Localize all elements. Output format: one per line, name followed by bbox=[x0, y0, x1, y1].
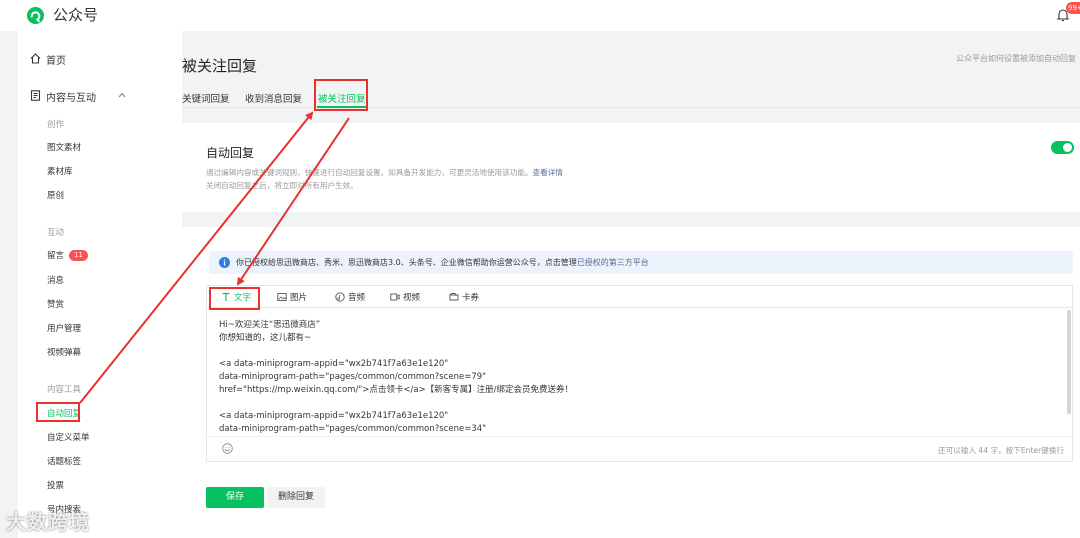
editor-line: 你想知道的，这儿都有~ bbox=[219, 333, 312, 343]
editor-scrollbar[interactable] bbox=[1067, 310, 1071, 414]
sidebar-item-rewards[interactable]: 赞赏 bbox=[47, 298, 64, 310]
sidebar-item-custom-menu[interactable]: 自定义菜单 bbox=[47, 431, 90, 443]
tab-keyword-reply[interactable]: 关键词回复 bbox=[182, 91, 230, 105]
annotation-box-text-tab bbox=[209, 287, 260, 310]
sidebar-item-library[interactable]: 素材库 bbox=[47, 165, 73, 177]
editor-line: data-miniprogram-path="pages/common/comm… bbox=[219, 372, 487, 382]
video-icon bbox=[390, 293, 400, 301]
editor-line: Hi~欢迎关注“思迅微商店” bbox=[219, 320, 321, 330]
wechat-official-account-logo-icon[interactable] bbox=[26, 6, 45, 25]
tab-audio[interactable]: 音频 bbox=[335, 291, 365, 303]
group-title-create: 创作 bbox=[47, 120, 65, 130]
notice-text: 你已授权给思迅微商店、秀米、思迅微商店3.0、头条号、企业微信帮助你运营公众号，… bbox=[236, 257, 649, 268]
tab-video[interactable]: 视频 bbox=[390, 291, 420, 303]
document-icon bbox=[30, 90, 41, 101]
sidebar-item-danmaku[interactable]: 视频弹幕 bbox=[47, 346, 81, 358]
sidebar-item-users[interactable]: 用户管理 bbox=[47, 322, 81, 334]
sidebar-item-articles[interactable]: 图文素材 bbox=[47, 141, 81, 153]
editor-line: <a data-miniprogram-appid="wx2b741f7a63e… bbox=[219, 359, 449, 369]
char-counter: 还可以输入 44 字，按下Enter键换行 bbox=[938, 446, 1064, 455]
sidebar-item-label: 首页 bbox=[46, 56, 66, 67]
brand-title: 公众号 bbox=[53, 6, 99, 24]
notification-badge: 99+ bbox=[1066, 2, 1080, 14]
tab-label: 视频 bbox=[403, 293, 421, 303]
info-icon bbox=[219, 257, 230, 268]
auto-reply-toggle[interactable] bbox=[1051, 141, 1074, 154]
watermark: 大数跨境 bbox=[6, 510, 90, 534]
sidebar-item-vote[interactable]: 投票 bbox=[47, 479, 64, 491]
third-party-link[interactable]: 已授权的第三方平台 bbox=[577, 258, 649, 267]
tab-message-reply[interactable]: 收到消息回复 bbox=[245, 91, 302, 105]
emoji-icon[interactable] bbox=[222, 443, 233, 454]
editor-line: data-miniprogram-path="pages/common/comm… bbox=[219, 424, 487, 434]
editor-line: href="https://mp.weixin.qq.com/">点击领卡</a… bbox=[219, 385, 574, 395]
sidebar-item-messages[interactable]: 消息 bbox=[47, 274, 64, 286]
auto-reply-desc-line1: 通过编辑内容或关键词规则，快速进行自动回复设置。如具备开发能力，可更灵活地使用该… bbox=[206, 168, 533, 177]
reply-text-area[interactable]: Hi~欢迎关注“思迅微商店” 你想知道的，这儿都有~ <a data-minip… bbox=[219, 319, 573, 436]
editor-line: <a data-miniprogram-appid="wx2b741f7a63e… bbox=[219, 411, 449, 421]
sidebar-item-comments[interactable]: 留言 11 bbox=[47, 249, 88, 261]
sidebar-item-label: 内容与互动 bbox=[46, 93, 96, 104]
auto-reply-card: 自动回复 通过编辑内容或关键词规则，快速进行自动回复设置。如具备开发能力，可更灵… bbox=[182, 123, 1080, 212]
reply-editor-card: 你已授权给思迅微商店、秀米、思迅微商店3.0、头条号、企业微信帮助你运营公众号，… bbox=[182, 227, 1080, 538]
tab-label: 图片 bbox=[290, 293, 308, 303]
tab-label: 卡券 bbox=[462, 293, 480, 303]
sidebar-item-original[interactable]: 原创 bbox=[47, 189, 64, 201]
delete-reply-button[interactable]: 删除回复 bbox=[267, 487, 325, 508]
chevron-up-icon[interactable] bbox=[118, 92, 126, 98]
auto-reply-description: 通过编辑内容或关键词规则，快速进行自动回复设置。如具备开发能力，可更灵活地使用该… bbox=[206, 166, 626, 192]
audio-icon bbox=[335, 292, 345, 302]
toggle-knob bbox=[1063, 143, 1072, 152]
tab-coupon[interactable]: 卡券 bbox=[449, 291, 479, 303]
auto-reply-desc-line2: 关闭自动回复之后，将立即对所有用户生效。 bbox=[206, 181, 358, 190]
page-title: 被关注回复 bbox=[182, 57, 258, 75]
editor-footer: 还可以输入 44 字，按下Enter键换行 bbox=[207, 436, 1072, 461]
save-button[interactable]: 保存 bbox=[206, 487, 264, 508]
tab-image[interactable]: 图片 bbox=[277, 291, 307, 303]
comment-count-badge: 11 bbox=[69, 250, 88, 261]
sidebar: 首页 内容与互动 创作 图文素材 素材库 原创 互动 留言 11 消息 赞赏 用户… bbox=[18, 31, 182, 538]
coupon-icon bbox=[449, 293, 459, 301]
group-title-interact: 互动 bbox=[47, 228, 65, 238]
sidebar-item-topic-tags[interactable]: 话题标签 bbox=[47, 455, 81, 467]
reply-editor: 文字 图片 音频 视频 卡券 Hi~欢迎关注“思迅微商店” 你想知道的，这儿都有… bbox=[206, 285, 1073, 462]
view-details-link[interactable]: 查看详情 bbox=[533, 168, 563, 177]
auto-reply-title: 自动回复 bbox=[206, 146, 255, 160]
annotation-box-follow-tab bbox=[314, 79, 368, 111]
editor-type-tabs: 文字 图片 音频 视频 卡券 bbox=[207, 286, 1072, 308]
top-bar: 公众号 99+ bbox=[0, 0, 1080, 31]
image-icon bbox=[277, 293, 287, 301]
sidebar-item-label: 留言 bbox=[47, 251, 65, 261]
annotation-box-auto-reply bbox=[36, 402, 80, 422]
group-title-tools: 内容工具 bbox=[47, 385, 82, 395]
tab-label: 音频 bbox=[348, 293, 366, 303]
notice-message: 你已授权给思迅微商店、秀米、思迅微商店3.0、头条号、企业微信帮助你运营公众号，… bbox=[236, 258, 577, 267]
help-link[interactable]: 公众平台如何设置被添加自动回复 bbox=[956, 53, 1076, 64]
authorization-notice: 你已授权给思迅微商店、秀米、思迅微商店3.0、头条号、企业微信帮助你运营公众号，… bbox=[209, 251, 1073, 274]
home-icon bbox=[30, 53, 41, 64]
